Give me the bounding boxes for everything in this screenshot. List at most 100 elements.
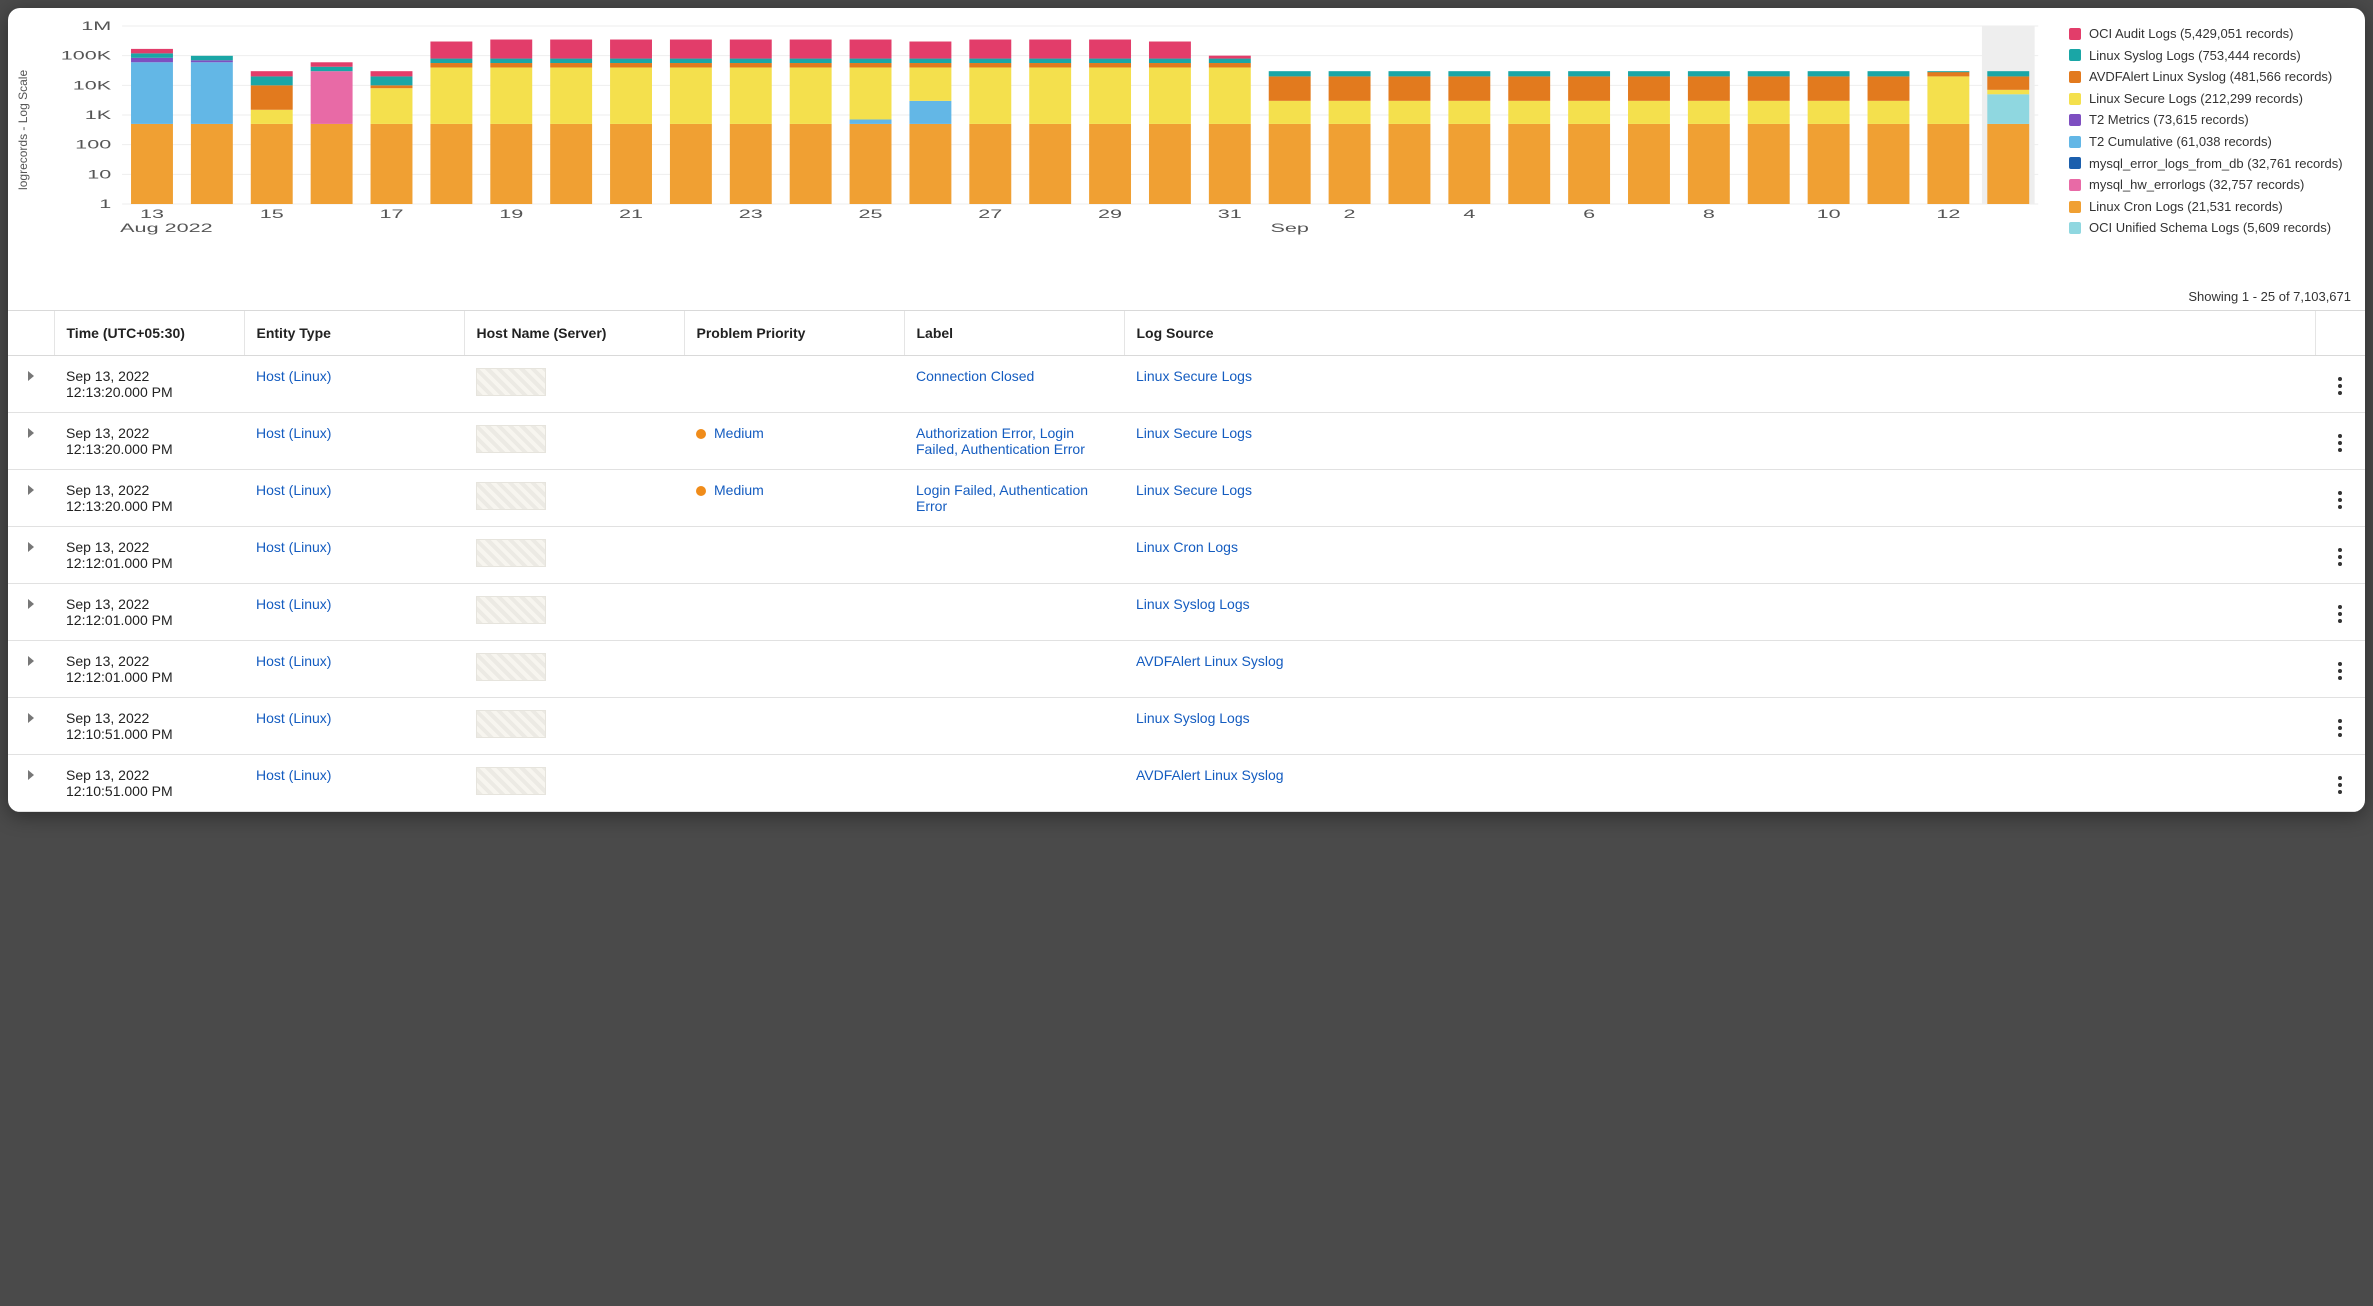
label-link[interactable]: Connection Closed: [916, 368, 1034, 384]
cell-label: [904, 640, 1124, 697]
cell-log-source: Linux Syslog Logs: [1124, 697, 2315, 754]
legend-item[interactable]: T2 Metrics (73,615 records): [2069, 112, 2349, 128]
cell-host-name: [464, 355, 684, 412]
chart-y-axis-label: logrecords - Log Scale: [14, 18, 32, 242]
log-source-link[interactable]: Linux Syslog Logs: [1136, 710, 1250, 726]
priority-link[interactable]: Medium: [714, 425, 764, 441]
legend-item[interactable]: Linux Secure Logs (212,299 records): [2069, 91, 2349, 107]
col-host-name[interactable]: Host Name (Server): [464, 310, 684, 355]
chart-section: logrecords - Log Scale 1101001K10K100K1M…: [8, 8, 2365, 249]
entity-type-link[interactable]: Host (Linux): [256, 539, 331, 555]
row-actions-menu-icon[interactable]: [2334, 772, 2346, 798]
chart-area[interactable]: 1101001K10K100K1M13151719212325272931246…: [32, 18, 2049, 242]
col-entity-type[interactable]: Entity Type: [244, 310, 464, 355]
expand-row-icon[interactable]: [28, 371, 34, 381]
table-row: Sep 13, 202212:13:20.000 PMHost (Linux)C…: [8, 355, 2365, 412]
legend-item[interactable]: mysql_error_logs_from_db (32,761 records…: [2069, 156, 2349, 172]
svg-text:19: 19: [499, 207, 523, 221]
cell-entity-type: Host (Linux): [244, 754, 464, 811]
entity-type-link[interactable]: Host (Linux): [256, 596, 331, 612]
row-actions-menu-icon[interactable]: [2334, 487, 2346, 513]
log-source-link[interactable]: Linux Secure Logs: [1136, 425, 1252, 441]
expand-row-icon[interactable]: [28, 599, 34, 609]
col-problem-priority[interactable]: Problem Priority: [684, 310, 904, 355]
cell-host-name: [464, 583, 684, 640]
priority-dot-icon: [696, 429, 706, 439]
entity-type-link[interactable]: Host (Linux): [256, 482, 331, 498]
svg-text:8: 8: [1703, 207, 1715, 221]
legend-swatch: [2069, 93, 2081, 105]
log-source-link[interactable]: Linux Syslog Logs: [1136, 596, 1250, 612]
legend-item[interactable]: mysql_hw_errorlogs (32,757 records): [2069, 177, 2349, 193]
cell-host-name: [464, 754, 684, 811]
cell-entity-type: Host (Linux): [244, 412, 464, 469]
row-actions-menu-icon[interactable]: [2334, 430, 2346, 456]
cell-log-source: Linux Cron Logs: [1124, 526, 2315, 583]
entity-type-link[interactable]: Host (Linux): [256, 767, 331, 783]
log-source-link[interactable]: Linux Secure Logs: [1136, 482, 1252, 498]
legend-item[interactable]: OCI Unified Schema Logs (5,609 records): [2069, 220, 2349, 236]
row-actions-menu-icon[interactable]: [2334, 373, 2346, 399]
host-redacted: [476, 596, 546, 624]
cell-log-source: Linux Secure Logs: [1124, 412, 2315, 469]
host-redacted: [476, 425, 546, 453]
priority-link[interactable]: Medium: [714, 482, 764, 498]
table-pagination-info: Showing 1 - 25 of 7,103,671: [8, 249, 2365, 310]
entity-type-link[interactable]: Host (Linux): [256, 425, 331, 441]
legend-item[interactable]: Linux Syslog Logs (753,444 records): [2069, 48, 2349, 64]
label-link[interactable]: Authorization Error, Login Failed, Authe…: [916, 425, 1085, 457]
expand-row-icon[interactable]: [28, 428, 34, 438]
expand-row-icon[interactable]: [28, 542, 34, 552]
expand-row-icon[interactable]: [28, 485, 34, 495]
legend-item[interactable]: T2 Cumulative (61,038 records): [2069, 134, 2349, 150]
host-redacted: [476, 482, 546, 510]
table-row: Sep 13, 202212:12:01.000 PMHost (Linux)L…: [8, 583, 2365, 640]
svg-text:6: 6: [1583, 207, 1595, 221]
svg-text:100: 100: [75, 138, 111, 152]
expand-row-icon[interactable]: [28, 770, 34, 780]
cell-log-source: Linux Syslog Logs: [1124, 583, 2315, 640]
log-source-link[interactable]: AVDFAlert Linux Syslog: [1136, 653, 1284, 669]
cell-entity-type: Host (Linux): [244, 469, 464, 526]
cell-priority: [684, 526, 904, 583]
legend-item[interactable]: AVDFAlert Linux Syslog (481,566 records): [2069, 69, 2349, 85]
row-actions-menu-icon[interactable]: [2334, 601, 2346, 627]
cell-actions: [2315, 697, 2365, 754]
row-actions-menu-icon[interactable]: [2334, 544, 2346, 570]
col-time[interactable]: Time (UTC+05:30): [54, 310, 244, 355]
cell-time: Sep 13, 202212:10:51.000 PM: [54, 697, 244, 754]
entity-type-link[interactable]: Host (Linux): [256, 653, 331, 669]
legend-label: mysql_hw_errorlogs (32,757 records): [2089, 177, 2304, 193]
cell-actions: [2315, 583, 2365, 640]
table-header-row: Time (UTC+05:30) Entity Type Host Name (…: [8, 310, 2365, 355]
legend-item[interactable]: Linux Cron Logs (21,531 records): [2069, 199, 2349, 215]
col-log-source[interactable]: Log Source: [1124, 310, 2315, 355]
svg-text:23: 23: [739, 207, 763, 221]
col-label[interactable]: Label: [904, 310, 1124, 355]
label-link[interactable]: Login Failed, Authentication Error: [916, 482, 1088, 514]
legend-item[interactable]: OCI Audit Logs (5,429,051 records): [2069, 26, 2349, 42]
log-source-link[interactable]: Linux Cron Logs: [1136, 539, 1238, 555]
cell-entity-type: Host (Linux): [244, 526, 464, 583]
cell-entity-type: Host (Linux): [244, 355, 464, 412]
expand-row-icon[interactable]: [28, 656, 34, 666]
col-actions: [2315, 310, 2365, 355]
cell-label: [904, 526, 1124, 583]
svg-text:21: 21: [619, 207, 643, 221]
cell-host-name: [464, 469, 684, 526]
svg-text:12: 12: [1936, 207, 1960, 221]
bar-chart[interactable]: 1101001K10K100K1M13151719212325272931246…: [32, 18, 2049, 238]
cell-time: Sep 13, 202212:12:01.000 PM: [54, 526, 244, 583]
log-source-link[interactable]: AVDFAlert Linux Syslog: [1136, 767, 1284, 783]
entity-type-link[interactable]: Host (Linux): [256, 368, 331, 384]
log-source-link[interactable]: Linux Secure Logs: [1136, 368, 1252, 384]
legend-label: Linux Secure Logs (212,299 records): [2089, 91, 2303, 107]
entity-type-link[interactable]: Host (Linux): [256, 710, 331, 726]
table-row: Sep 13, 202212:12:01.000 PMHost (Linux)A…: [8, 640, 2365, 697]
legend-label: Linux Syslog Logs (753,444 records): [2089, 48, 2301, 64]
svg-text:10: 10: [87, 167, 111, 181]
row-actions-menu-icon[interactable]: [2334, 715, 2346, 741]
row-actions-menu-icon[interactable]: [2334, 658, 2346, 684]
svg-text:Sep: Sep: [1270, 221, 1308, 235]
expand-row-icon[interactable]: [28, 713, 34, 723]
